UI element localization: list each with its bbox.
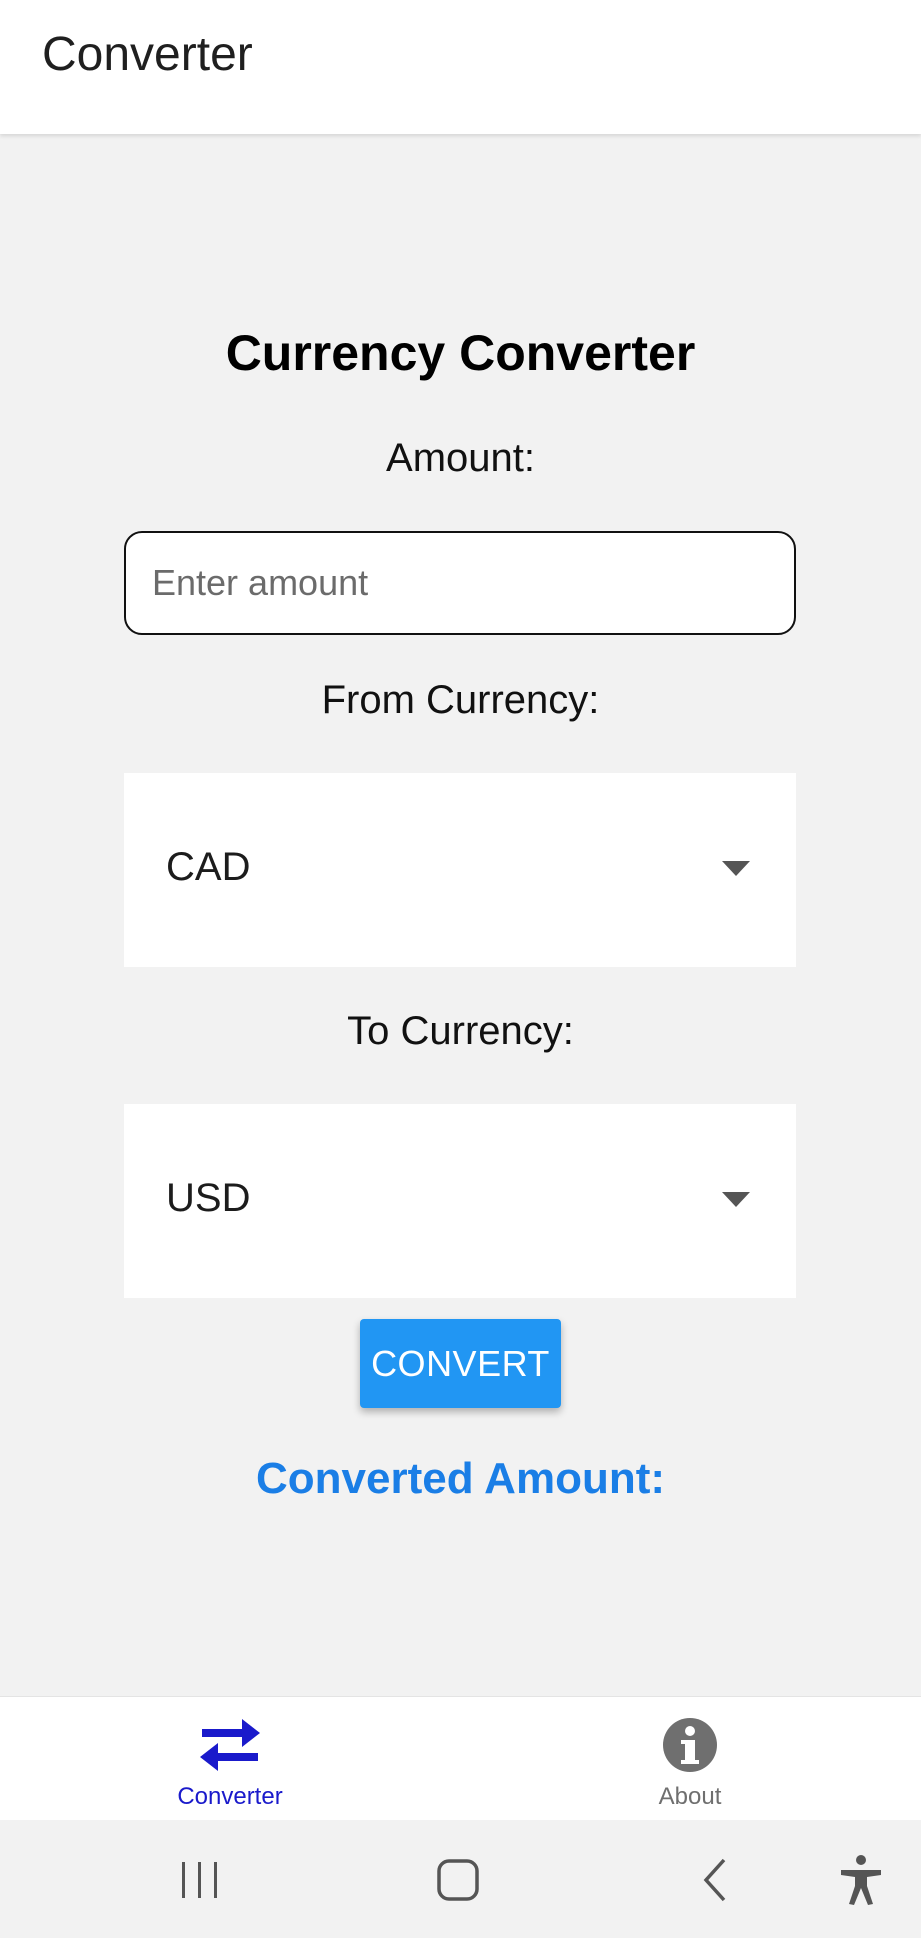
convert-button[interactable]: CONVERT	[360, 1319, 561, 1408]
dropdown-caret-icon	[722, 1192, 750, 1207]
amount-label: Amount:	[386, 436, 535, 480]
to-currency-value: USD	[166, 1176, 251, 1220]
tab-converter-label: Converter	[177, 1783, 283, 1810]
tab-about-label: About	[658, 1783, 722, 1810]
dropdown-caret-icon	[722, 861, 750, 876]
app-title: Converter	[42, 28, 253, 81]
from-currency-value: CAD	[166, 845, 251, 889]
back-icon[interactable]	[686, 1850, 746, 1910]
to-currency-label: To Currency:	[347, 1009, 574, 1053]
recent-apps-icon[interactable]	[170, 1850, 230, 1910]
info-icon	[663, 1718, 717, 1772]
tab-about[interactable]: About	[540, 1697, 840, 1821]
accessibility-icon[interactable]	[831, 1850, 891, 1910]
home-icon[interactable]	[428, 1850, 488, 1910]
to-currency-select[interactable]: USD	[124, 1104, 796, 1298]
amount-input[interactable]	[124, 531, 796, 635]
page-title: Currency Converter	[225, 325, 696, 381]
from-currency-label: From Currency:	[321, 678, 600, 722]
from-currency-select[interactable]: CAD	[124, 773, 796, 967]
swap-arrows-icon	[200, 1719, 260, 1771]
main-content: Currency Converter Amount: From Currency…	[0, 134, 921, 1696]
app-header: Converter	[0, 0, 921, 134]
converted-amount-label: Converted Amount:	[255, 1454, 666, 1503]
tab-converter[interactable]: Converter	[80, 1697, 380, 1821]
system-nav-bar	[0, 1820, 921, 1938]
bottom-tab-bar: Converter About	[0, 1696, 921, 1821]
